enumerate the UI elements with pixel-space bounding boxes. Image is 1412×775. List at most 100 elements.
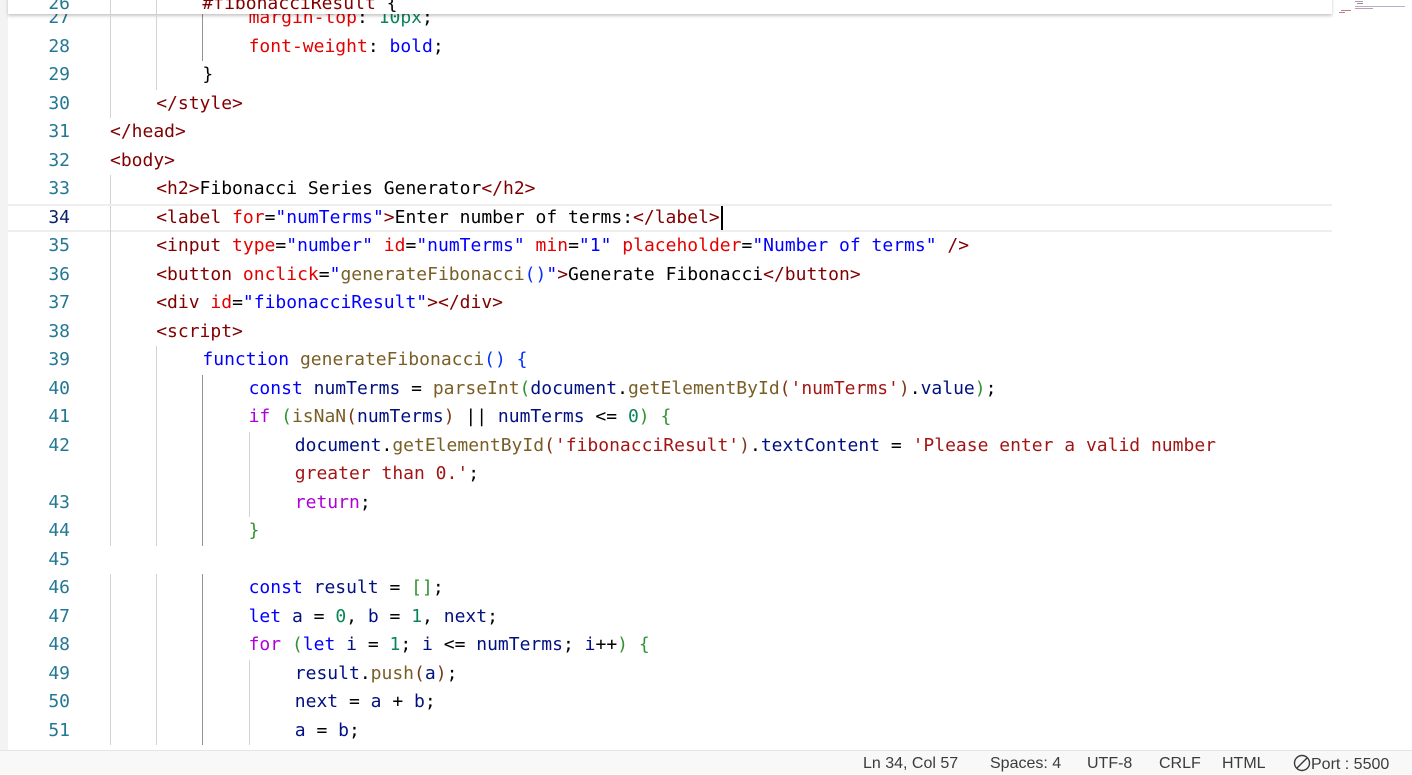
code-token: Fibonacci Series Generator: [199, 178, 482, 199]
code-token: 'Please enter a valid number: [912, 434, 1216, 456]
code-line[interactable]: 26 #fibonacciResult {: [8, 0, 1332, 19]
code-token: 0: [627, 406, 639, 427]
code-line[interactable]: 29}: [8, 61, 1332, 90]
minimap[interactable]: [1335, 0, 1412, 24]
line-number: 38: [48, 320, 70, 342]
code-token: (: [544, 434, 555, 456]
code-token: =: [741, 235, 753, 256]
code-line[interactable]: 37 <div id="fibonacciResult"></div>: [8, 289, 1332, 318]
code-line[interactable]: 40 const numTerms = parseInt(document.get…: [8, 374, 1332, 403]
code-token: <button: [156, 263, 243, 285]
code-token: .: [617, 377, 628, 399]
code-token: font-weight: [248, 35, 368, 57]
code-token: return: [294, 491, 360, 513]
code-token: id: [383, 235, 406, 256]
line-number: 37: [48, 292, 70, 313]
code-token: =: [318, 263, 330, 285]
code-line[interactable]: 36 <button onclick="generateFibonacci()">…: [8, 260, 1332, 289]
end-of-line-sequence[interactable]: CRLF: [1159, 754, 1201, 774]
cursor-position[interactable]: Ln 34, Col 57: [863, 754, 958, 774]
indent-guide: [110, 688, 111, 717]
code-text: document.getElementById('fibonacciResult…: [295, 432, 1216, 461]
code-token: ;: [432, 35, 444, 57]
code-token: =: [568, 235, 579, 256]
code-token: "numTerms": [275, 206, 384, 228]
language-mode[interactable]: HTML: [1222, 754, 1266, 774]
indent-guide: [248, 716, 250, 745]
indent-guide: [110, 517, 111, 546]
indent-guide: [156, 688, 158, 717]
code-token: for: [248, 634, 292, 655]
code-token: getElementById: [627, 377, 780, 399]
code-token: #fibonacciResult: [202, 0, 376, 14]
indent-guide: [110, 716, 111, 745]
line-number: 33: [48, 178, 70, 199]
code-line[interactable]: 28 font-weight: bold;: [8, 32, 1332, 62]
code-token: ;: [400, 634, 423, 655]
code-line[interactable]: 51 a = b;: [8, 716, 1332, 745]
code-token: </button>: [763, 263, 861, 285]
code-line[interactable]: 48 for (let i = 1; i <= numTerms; i++) {: [8, 631, 1332, 660]
code-token: if: [248, 406, 282, 427]
code-text: }: [202, 61, 213, 90]
line-number: 29: [48, 64, 70, 85]
code-line[interactable]: 43 return;: [8, 488, 1332, 518]
indent-guide: [156, 374, 158, 403]
live-server-port[interactable]: Port : 5500: [1293, 754, 1389, 775]
line-number: 44: [48, 520, 70, 541]
code-token: 'fibonacciResult': [554, 434, 740, 456]
code-line[interactable]: 42 document.getElementById('fibonacciResu…: [8, 431, 1332, 461]
code-text: return;: [295, 489, 371, 518]
code-line[interactable]: 45: [8, 546, 1332, 575]
code-line[interactable]: 46 const result = [];: [8, 574, 1332, 603]
indent-guide: [110, 317, 111, 346]
code-token: numTerms: [497, 406, 585, 427]
indent-guide: [202, 374, 204, 403]
code-line[interactable]: 35 <input type="number" id="numTerms" min…: [8, 232, 1332, 261]
code-token: const: [248, 577, 314, 598]
code-token: =: [338, 691, 371, 712]
code-token: for: [232, 206, 265, 228]
code-token: numTerms: [356, 406, 444, 427]
code-token: .: [381, 434, 393, 456]
indent-guide: [202, 574, 204, 603]
code-token: i: [584, 634, 596, 655]
code-token: ;: [985, 377, 997, 399]
code-token: ++: [595, 634, 618, 655]
code-line[interactable]: 33 <h2>Fibonacci Series Generator</h2>: [8, 175, 1332, 204]
code-text: next = a + b;: [295, 688, 436, 717]
code-token: </h2>: [481, 178, 536, 199]
code-text: font-weight: bold;: [249, 33, 444, 62]
code-text: result.push(a);: [295, 660, 458, 689]
code-line[interactable]: 44}: [8, 517, 1332, 546]
code-line[interactable]: 49 result.push(a);: [8, 659, 1332, 689]
code-line[interactable]: 47 let a = 0, b = 1, next;: [8, 602, 1332, 631]
code-token: numTerms: [476, 634, 563, 655]
code-line[interactable]: greater than 0.';: [8, 460, 1332, 489]
code-line[interactable]: 31 </head>: [8, 118, 1332, 147]
indentation-setting[interactable]: Spaces: 4: [990, 754, 1061, 774]
indent-guide: [202, 716, 204, 745]
code-token: ;: [487, 605, 498, 627]
code-text: for (let i = 1; i <= numTerms; i++) {: [249, 631, 650, 660]
code-token: onclick: [242, 263, 319, 285]
code-token: {: [375, 0, 398, 14]
code-line[interactable]: 32 <body>: [8, 147, 1332, 176]
sticky-scroll-header[interactable]: 26 #fibonacciResult {: [8, 0, 1332, 19]
code-editor[interactable]: 27 margin-top: 10px; 28 font-weight: bold; 2…: [0, 0, 1412, 750]
line-number: 46: [48, 577, 70, 598]
code-line[interactable]: 34 <label for="numTerms">Enter number of …: [8, 203, 1332, 234]
code-line[interactable]: 38 <script>: [8, 317, 1332, 346]
indent-guide: [110, 403, 111, 432]
code-line[interactable]: 41 if (isNaN(numTerms) || numTerms <= 0) …: [8, 403, 1332, 432]
indent-guide: [202, 659, 204, 688]
file-encoding[interactable]: UTF-8: [1087, 754, 1132, 774]
line-number: 45: [48, 548, 70, 570]
code-token: :: [367, 35, 390, 57]
code-line[interactable]: 39 function generateFibonacci() {: [8, 346, 1332, 375]
code-token: (: [281, 406, 292, 427]
code-line[interactable]: 50 next = a + b;: [8, 688, 1332, 717]
code-line[interactable]: 30 </style>: [8, 89, 1332, 118]
line-number: 36: [48, 263, 70, 285]
